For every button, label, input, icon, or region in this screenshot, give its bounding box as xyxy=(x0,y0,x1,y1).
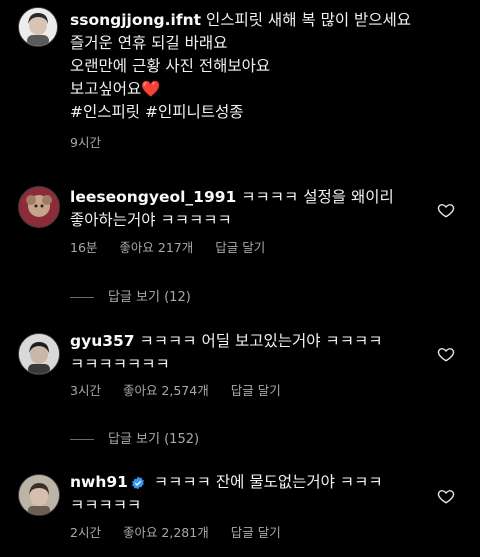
comment-time: 16분 xyxy=(70,240,98,255)
avatar[interactable] xyxy=(18,7,58,47)
view-replies-button[interactable]: 답글 보기 (12) xyxy=(70,286,191,305)
avatar-image xyxy=(19,8,57,46)
post-hashtags[interactable]: #인스피릿 #인피니트성종 xyxy=(70,103,244,121)
avatar[interactable] xyxy=(18,474,60,516)
view-replies-button[interactable]: 답글 보기 (152) xyxy=(70,428,199,447)
post-caption: ssongjjong.ifnt 인스피릿 새해 복 많이 받으세요 즐거운 연휴… xyxy=(70,9,470,124)
divider xyxy=(70,297,94,298)
heart-emoji: ❤️ xyxy=(141,80,161,98)
post-time: 9시간 xyxy=(70,135,101,150)
comment-time: 3시간 xyxy=(70,383,101,398)
comment-username[interactable]: nwh91 xyxy=(70,473,128,491)
divider xyxy=(70,439,94,440)
comment-username[interactable]: gyu357 xyxy=(70,332,135,350)
comment-text: gyu357 ㅋㅋㅋㅋ 어딜 보고있는거야 ㅋㅋㅋㅋ ㅋㅋㅋㅋㅋㅋㅋ xyxy=(70,330,430,376)
post-username[interactable]: ssongjjong.ifnt xyxy=(70,11,201,29)
heart-icon[interactable] xyxy=(437,487,455,505)
comment-username[interactable]: leeseongyeol_1991 xyxy=(70,188,236,206)
comment-text: nwh91 ㅋㅋㅋㅋ 잔에 물도없는거야 ㅋㅋㅋ ㅋㅋㅋㅋㅋ xyxy=(70,471,430,517)
comment-meta: 2시간 좋아요 2,281개 답글 달기 xyxy=(70,522,303,541)
reply-button[interactable]: 답글 달기 xyxy=(215,240,265,255)
reply-button[interactable]: 답글 달기 xyxy=(231,525,281,540)
view-replies-label: 답글 보기 (152) xyxy=(108,432,200,447)
heart-icon[interactable] xyxy=(437,201,455,219)
avatar-image xyxy=(19,475,59,515)
comment-likes[interactable]: 좋아요 2,281개 xyxy=(123,525,209,540)
comment-likes[interactable]: 좋아요 217개 xyxy=(119,240,193,255)
comment-meta: 3시간 좋아요 2,574개 답글 달기 xyxy=(70,380,303,399)
avatar-image xyxy=(19,187,59,227)
heart-icon[interactable] xyxy=(437,345,455,363)
comment-likes[interactable]: 좋아요 2,574개 xyxy=(123,383,209,398)
verified-badge-icon xyxy=(132,476,144,490)
avatar-image xyxy=(19,334,59,374)
comment-time: 2시간 xyxy=(70,525,101,540)
comment-text: leeseongyeol_1991 ㅋㅋㅋㅋ 설정을 왜이리 좋아하는거야 ㅋㅋ… xyxy=(70,186,425,232)
reply-button[interactable]: 답글 달기 xyxy=(231,383,281,398)
avatar[interactable] xyxy=(18,186,60,228)
view-replies-label: 답글 보기 (12) xyxy=(108,290,191,305)
comment-meta: 16분 좋아요 217개 답글 달기 xyxy=(70,237,287,256)
avatar[interactable] xyxy=(18,333,60,375)
